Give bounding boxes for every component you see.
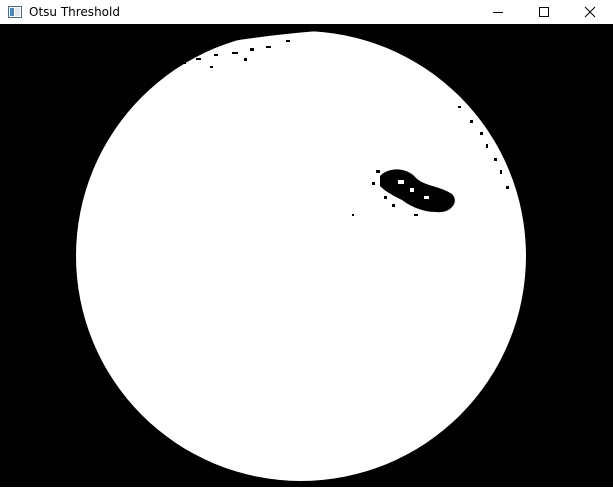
white-disc xyxy=(76,31,526,481)
binary-image xyxy=(0,24,613,489)
window-controls xyxy=(475,0,613,24)
maximize-button[interactable] xyxy=(521,0,567,24)
title-bar[interactable]: Otsu Threshold xyxy=(0,0,613,24)
minimize-icon xyxy=(493,12,503,13)
threshold-image-canvas xyxy=(0,24,613,489)
app-icon xyxy=(8,5,22,19)
app-window: Otsu Threshold xyxy=(0,0,613,489)
maximize-icon xyxy=(539,7,549,17)
window-title: Otsu Threshold xyxy=(29,5,120,19)
close-button[interactable] xyxy=(567,0,613,24)
minimize-button[interactable] xyxy=(475,0,521,24)
close-icon xyxy=(584,6,596,18)
